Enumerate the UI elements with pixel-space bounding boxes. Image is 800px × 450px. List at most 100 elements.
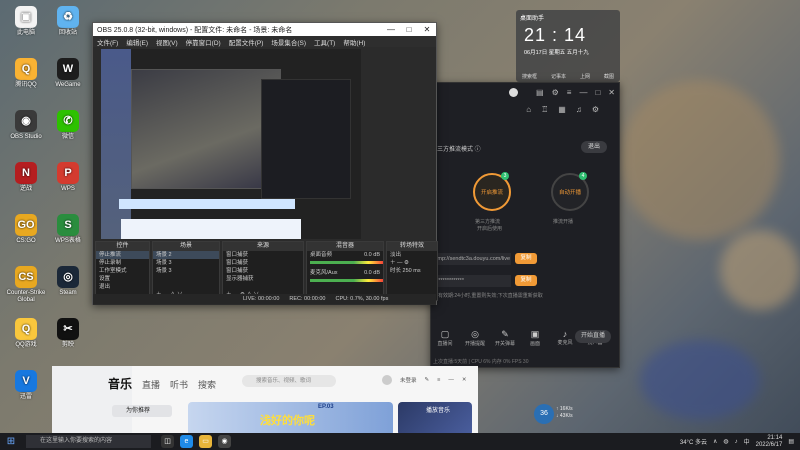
maximize-icon[interactable]: □ bbox=[595, 88, 600, 97]
obs-menu-item[interactable]: 停靠窗口(D) bbox=[186, 37, 221, 47]
music-search-input[interactable]: 搜索音乐、视频、歌词 bbox=[242, 375, 336, 387]
shirt-icon[interactable]: ♖ bbox=[541, 105, 548, 114]
gear-icon[interactable]: ⚙ bbox=[592, 105, 599, 114]
desktop-icon[interactable]: N 逆战 bbox=[4, 162, 48, 193]
obs-icon[interactable]: ◉ bbox=[218, 435, 231, 448]
bell-icon[interactable]: ♫ bbox=[576, 105, 582, 114]
music-banner-2[interactable]: 播放音乐 bbox=[398, 402, 472, 436]
close-icon[interactable]: ✕ bbox=[608, 88, 615, 97]
desktop-icon[interactable]: CS Counter-Strike Global bbox=[4, 266, 48, 304]
desktop-icon[interactable]: ✂ 剪映 bbox=[46, 318, 90, 349]
maximize-icon[interactable]: □ bbox=[400, 25, 418, 34]
avatar[interactable] bbox=[382, 375, 392, 385]
net-speed-ball[interactable]: 36 bbox=[534, 404, 554, 424]
studio-mode-button[interactable]: 工作室模式 bbox=[96, 267, 149, 275]
windows-start-icon[interactable]: ⊞ bbox=[0, 436, 22, 447]
obs-menu-item[interactable]: 工具(T) bbox=[314, 37, 335, 47]
scene-item[interactable]: 场景 3 bbox=[153, 267, 219, 275]
desktop-icon[interactable]: V 迅雷 bbox=[4, 370, 48, 401]
network-icon[interactable]: ◍ bbox=[723, 438, 728, 445]
avatar[interactable] bbox=[509, 87, 518, 97]
minimize-icon[interactable]: — bbox=[448, 377, 454, 383]
settings-button[interactable]: 设置 bbox=[96, 275, 149, 283]
source-item[interactable]: 窗口捕获 bbox=[223, 267, 303, 275]
live-tool-button[interactable]: ▣ 画面 bbox=[523, 329, 547, 347]
menu-icon[interactable]: ≡ bbox=[437, 377, 440, 383]
desktop-icon[interactable]: ◎ Steam bbox=[46, 266, 90, 297]
desktop-icon[interactable]: Q 腾讯QQ bbox=[4, 58, 48, 89]
obs-menu-item[interactable]: 视图(V) bbox=[156, 37, 178, 47]
desktop-icon[interactable]: ♻ 回收站 bbox=[46, 6, 90, 37]
notification-icon[interactable]: ▤ bbox=[788, 438, 794, 445]
scene-item[interactable]: 场景 2 bbox=[153, 251, 219, 259]
clock-shortcut[interactable]: 上网 bbox=[580, 73, 590, 80]
menu-icon[interactable]: ≡ bbox=[567, 88, 572, 97]
tab-search[interactable]: 搜索 bbox=[198, 378, 216, 391]
transition-controls[interactable]: ＋ — ⚙ bbox=[387, 259, 437, 267]
clock-shortcut[interactable]: 记事本 bbox=[551, 73, 566, 80]
copy-address-button[interactable]: 复制 bbox=[515, 253, 537, 264]
taskbar-clock[interactable]: 21:14 2022/6/17 bbox=[756, 435, 783, 449]
obs-menu-item[interactable]: 编辑(E) bbox=[126, 37, 148, 47]
close-icon[interactable]: ✕ bbox=[418, 25, 436, 34]
desktop-icon[interactable]: ✆ 微信 bbox=[46, 110, 90, 141]
login-status[interactable]: 未登录 bbox=[400, 376, 417, 384]
volume-icon[interactable]: ♪ bbox=[735, 439, 738, 445]
tab-live[interactable]: 直播 bbox=[142, 378, 160, 391]
copy-key-button[interactable]: 复制 bbox=[515, 275, 537, 286]
clock-shortcut[interactable]: 搜索框 bbox=[522, 73, 537, 80]
gift-icon[interactable]: ⌂ bbox=[526, 105, 531, 114]
stream-option-third-party[interactable]: 开启推流 3 bbox=[473, 172, 511, 211]
transition-duration[interactable]: 时长 250 ms bbox=[387, 267, 437, 275]
live-tool-button[interactable]: ✎ 开关弹幕 bbox=[493, 329, 517, 347]
source-item[interactable]: 窗口捕获 bbox=[223, 251, 303, 259]
desktop-icon[interactable]: Q QQ游戏 bbox=[4, 318, 48, 349]
clock-widget[interactable]: 桌面助手 21 : 14 06月17日 星期五 五月十九 搜索框 记事本 上网 … bbox=[516, 10, 620, 82]
tray-arrow-icon[interactable]: ∧ bbox=[713, 438, 717, 445]
transition-select[interactable]: 淡出 bbox=[387, 251, 437, 259]
sidebar-item-recommend[interactable]: 为你推荐 bbox=[112, 405, 172, 417]
live-tool-button[interactable]: ◎ 开播提醒 bbox=[463, 329, 487, 347]
rtmp-address-field[interactable]: rtmp://sendtc3a.douyu.com/live bbox=[431, 253, 511, 265]
stream-key-field[interactable]: ************** bbox=[431, 275, 511, 287]
exit-mode-button[interactable]: 退出 bbox=[581, 141, 607, 153]
task-view-icon[interactable]: ◫ bbox=[161, 435, 174, 448]
edge-icon[interactable]: e bbox=[180, 435, 193, 448]
obs-menu-item[interactable]: 配置文件(P) bbox=[229, 37, 264, 47]
scene-item[interactable]: 场景 3 bbox=[153, 259, 219, 267]
minimize-icon[interactable]: — bbox=[579, 88, 587, 97]
desktop-icon[interactable]: P WPS bbox=[46, 162, 90, 193]
exit-button[interactable]: 退出 bbox=[96, 283, 149, 291]
minimize-icon[interactable]: — bbox=[382, 25, 400, 34]
desktop-icon[interactable]: S WPS表格 bbox=[46, 214, 90, 245]
obs-menu-item[interactable]: 帮助(H) bbox=[343, 37, 365, 47]
skin-icon[interactable]: ✎ bbox=[425, 377, 430, 383]
clock-shortcut[interactable]: 截图 bbox=[604, 73, 614, 80]
source-item[interactable]: 窗口捕获 bbox=[223, 259, 303, 267]
tab-books[interactable]: 听书 bbox=[170, 378, 188, 391]
desktop-icon[interactable]: ◉ OBS Studio bbox=[4, 110, 48, 141]
stream-option-auto[interactable]: 自动开播 4 bbox=[551, 172, 589, 211]
desktop-icon[interactable]: GO CS:GO bbox=[4, 214, 48, 245]
taskbar-search-input[interactable]: 在这里输入你要搜索的内容 bbox=[26, 435, 151, 448]
music-banner-1[interactable]: EP.03 浅好的你呢 bbox=[188, 402, 393, 436]
obs-preview-canvas[interactable] bbox=[101, 49, 361, 254]
ime-indicator[interactable]: 中 bbox=[744, 437, 750, 446]
start-live-button[interactable]: 开始直播 bbox=[575, 330, 611, 343]
file-explorer-icon[interactable]: ▭ bbox=[199, 435, 212, 448]
weather[interactable]: 34°C 多云 bbox=[680, 437, 707, 446]
tab-music[interactable]: 音乐 bbox=[108, 375, 132, 392]
obs-menu-item[interactable]: 场景集合(S) bbox=[271, 37, 306, 47]
settings-icon[interactable]: ⚙ bbox=[552, 88, 559, 97]
stop-stream-button[interactable]: 停止推流 bbox=[96, 251, 149, 259]
close-icon[interactable]: ✕ bbox=[462, 377, 467, 383]
message-icon[interactable]: ▤ bbox=[536, 88, 544, 97]
live-tool-button[interactable]: ▢ 直播间 bbox=[433, 329, 457, 347]
desktop-icon[interactable]: W WeGame bbox=[46, 58, 90, 89]
source-item[interactable]: 显示器捕获 bbox=[223, 275, 303, 283]
live-tool-button[interactable]: ♪ 麦克风 bbox=[553, 329, 577, 347]
stop-record-button[interactable]: 停止录制 bbox=[96, 259, 149, 267]
obs-menu-item[interactable]: 文件(F) bbox=[97, 37, 118, 47]
desktop-icon[interactable]: ▣ 此电脑 bbox=[4, 6, 48, 37]
grid-icon[interactable]: ▦ bbox=[558, 105, 566, 114]
